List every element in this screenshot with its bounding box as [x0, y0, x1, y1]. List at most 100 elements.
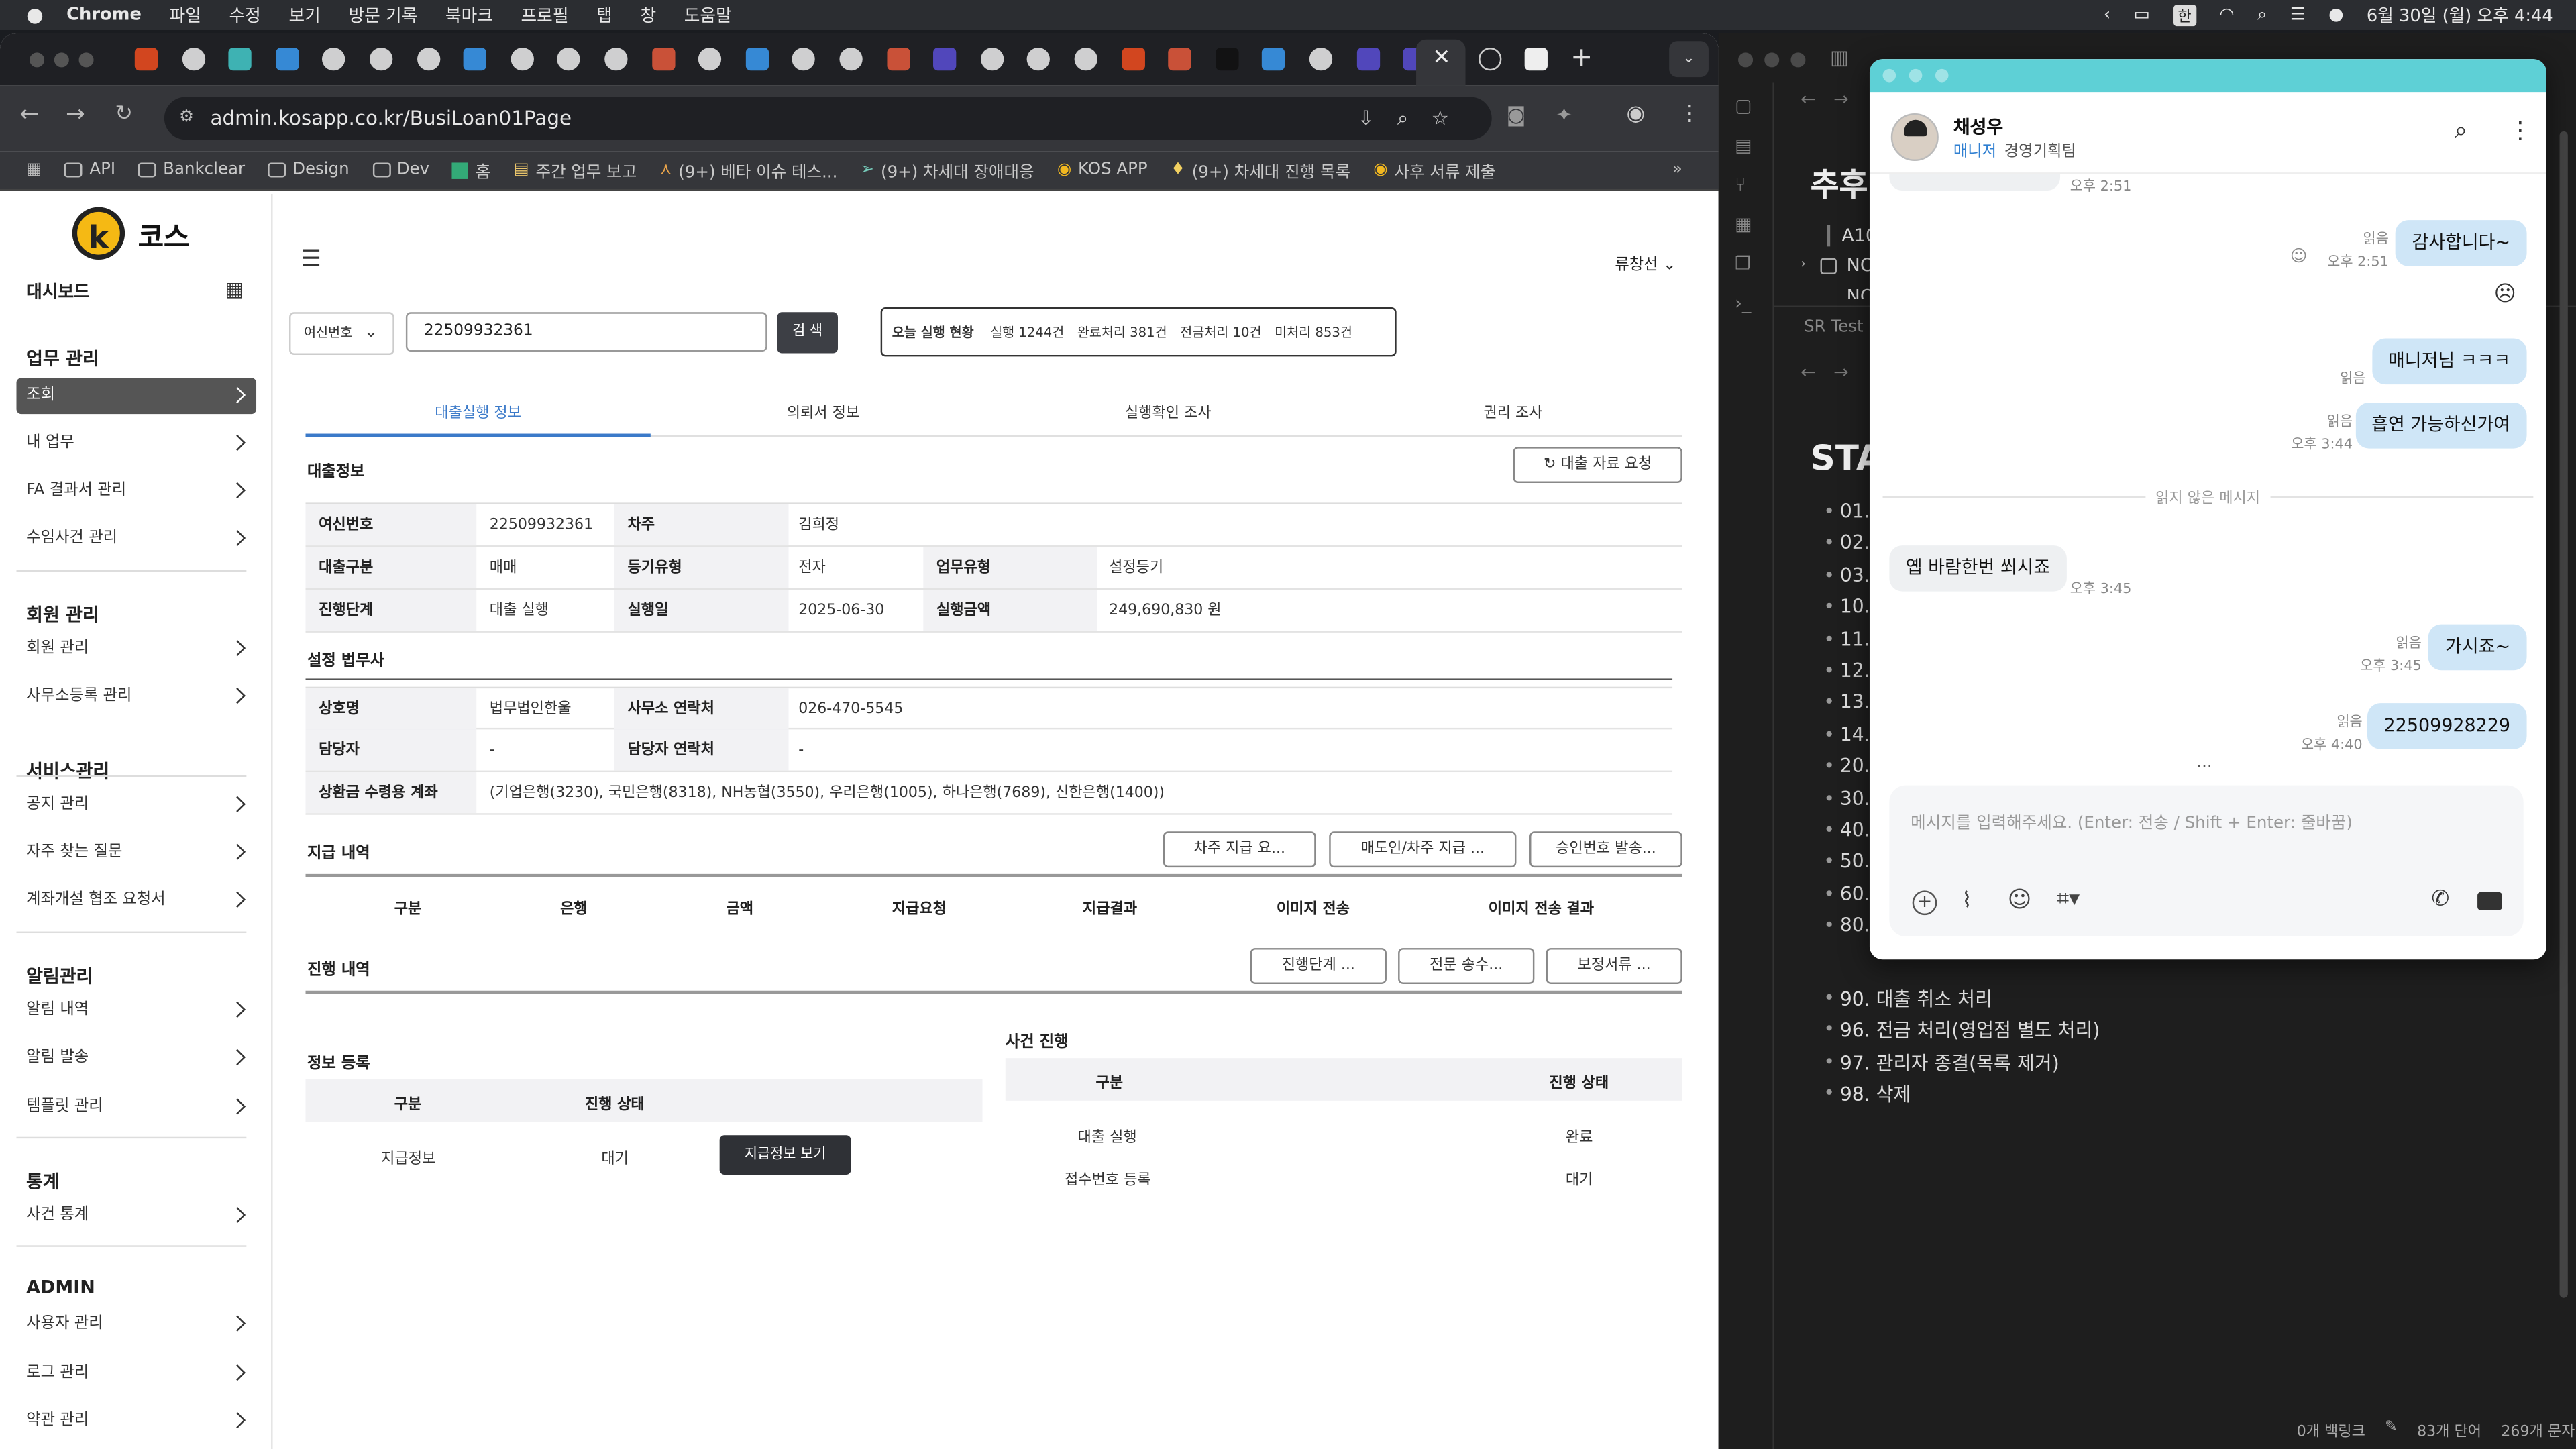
- window-zoom-button[interactable]: [78, 52, 94, 68]
- approval-send-button[interactable]: 승인번호 발송...: [1529, 831, 1682, 868]
- bookmark-incident[interactable]: ➢ (9+) 차세대 장애대응: [861, 158, 1034, 182]
- sidebar-item[interactable]: 내 업무: [16, 425, 256, 462]
- scrollbar[interactable]: [2559, 131, 2568, 1298]
- tab-favicon-icon[interactable]: [745, 48, 769, 71]
- menu-app[interactable]: Chrome: [66, 5, 142, 24]
- window-zoom-button[interactable]: [1790, 52, 1806, 68]
- calendar-icon[interactable]: ▤: [1735, 135, 1752, 156]
- progress-stage-button[interactable]: 진행단계 ...: [1250, 948, 1387, 984]
- list-item[interactable]: 60. •: [1823, 882, 1870, 905]
- message-bubble[interactable]: [1889, 174, 2061, 191]
- add-icon[interactable]: +: [1912, 890, 1937, 916]
- list-item[interactable]: 50. •: [1823, 850, 1870, 873]
- window-minimize-button[interactable]: [1909, 68, 1923, 83]
- globe-icon[interactable]: [1479, 48, 1502, 71]
- tab-favicon-icon[interactable]: [1309, 48, 1333, 71]
- tab-favicon-icon[interactable]: [792, 48, 816, 71]
- graph-icon[interactable]: ⑂: [1735, 174, 1746, 196]
- control-center-icon[interactable]: ☰: [2290, 5, 2306, 24]
- more-icon[interactable]: ⋮: [2509, 118, 2532, 144]
- list-item[interactable]: 14. •: [1823, 722, 1870, 745]
- zoom-icon[interactable]: ⌕: [1397, 107, 1432, 129]
- tab-favicon-icon[interactable]: [1074, 48, 1097, 71]
- bookmark-beta[interactable]: ⋏ (9+) 베타 이슈 테스...: [660, 158, 838, 182]
- notion-icon[interactable]: [1524, 48, 1548, 71]
- message-bubble[interactable]: 매니저님 ㅋㅋㅋ: [2371, 338, 2527, 385]
- copy-icon[interactable]: ❐: [1735, 253, 1751, 274]
- window-close-button[interactable]: [1882, 68, 1896, 83]
- nav-forward-icon[interactable]: →: [1833, 362, 1849, 383]
- window-close-button[interactable]: [1738, 52, 1754, 68]
- chrome-menu-icon[interactable]: ⋮: [1679, 102, 1701, 127]
- bookmark-home[interactable]: 홈: [452, 158, 490, 182]
- tab-favicon-icon[interactable]: [134, 48, 158, 71]
- nav-back-icon[interactable]: ←: [1801, 89, 1816, 110]
- tab-favicon-icon[interactable]: [839, 48, 863, 71]
- pane-tab[interactable]: SR Test: [1804, 319, 1864, 337]
- extensions-icon[interactable]: ✦: [1556, 103, 1572, 126]
- star-icon[interactable]: ☆: [1432, 107, 1472, 129]
- search-button[interactable]: 검 색: [777, 312, 838, 354]
- supplementary-docs-button[interactable]: 보정서류 ...: [1546, 948, 1682, 984]
- menu-file[interactable]: 파일: [170, 3, 201, 28]
- wifi-icon[interactable]: ◠: [2219, 5, 2234, 24]
- tab-favicon-icon[interactable]: [511, 48, 534, 71]
- tab-close-icon[interactable]: ✕: [1433, 46, 1451, 71]
- bookmark-dev[interactable]: Dev: [372, 161, 429, 179]
- tab-favicon-icon[interactable]: [1121, 48, 1144, 71]
- window-zoom-button[interactable]: [1935, 68, 1949, 83]
- screenshot-icon[interactable]: ◙: [1507, 103, 1526, 126]
- site-info-icon[interactable]: ⚙: [179, 97, 194, 140]
- list-item[interactable]: 30. •: [1823, 786, 1870, 809]
- message-exchange-button[interactable]: 전문 송수...: [1398, 948, 1535, 984]
- tab-favicon-icon[interactable]: [1215, 48, 1239, 71]
- sidebar-item[interactable]: 약관 관리: [16, 1403, 256, 1439]
- menu-view[interactable]: 보기: [288, 3, 320, 28]
- tab-rights[interactable]: 권리 조사: [1340, 401, 1685, 422]
- grid-icon[interactable]: ▦: [1735, 213, 1752, 235]
- sidebar-item[interactable]: 로그 관리: [16, 1355, 256, 1391]
- task-checkbox[interactable]: [1820, 258, 1837, 274]
- sticker-icon[interactable]: ☹: [2494, 282, 2516, 307]
- nav-back-icon[interactable]: ←: [1801, 362, 1816, 383]
- user-menu[interactable]: 류창선 ⌄: [1615, 252, 1676, 274]
- menubar-datetime[interactable]: 6월 30일 (월) 오후 4:44: [2367, 3, 2553, 28]
- tab-favicon-icon[interactable]: [1027, 48, 1051, 71]
- emoji-reaction-icon[interactable]: ☺: [2290, 248, 2308, 266]
- bookmark-design[interactable]: Design: [268, 161, 350, 179]
- tab-favicon-icon[interactable]: [557, 48, 581, 71]
- install-icon[interactable]: ⇩: [1358, 107, 1397, 129]
- tab-favicon-icon[interactable]: [1262, 48, 1286, 71]
- list-item[interactable]: 40. •: [1823, 818, 1870, 841]
- grid-icon[interactable]: ▦: [225, 278, 244, 301]
- tab-favicon-icon[interactable]: [322, 48, 346, 71]
- list-item[interactable]: 11. •: [1823, 627, 1870, 650]
- sidebar-item[interactable]: 사용자 관리: [16, 1306, 256, 1342]
- sidebar-item[interactable]: 사무소등록 관리: [16, 678, 256, 714]
- message-bubble[interactable]: 흡연 가능하신가여: [2355, 402, 2527, 449]
- crop-icon[interactable]: ⌗▾: [2057, 887, 2080, 912]
- apps-icon[interactable]: ▦: [26, 161, 42, 179]
- list-item[interactable]: 02. •: [1823, 531, 1870, 554]
- list-item[interactable]: 96. 전금 처리(영업점 별도 처리) •: [1823, 1018, 2100, 1044]
- message-bubble[interactable]: 감사합니다~: [2396, 220, 2527, 266]
- tab-favicon-icon[interactable]: [228, 48, 252, 71]
- battery-icon[interactable]: ▭: [2133, 5, 2149, 24]
- logo[interactable]: k 코스: [72, 207, 189, 260]
- tab-favicon-icon[interactable]: [1356, 48, 1380, 71]
- tab-favicon-icon[interactable]: [181, 48, 205, 71]
- user-icon[interactable]: ●: [2328, 5, 2343, 24]
- seller-payment-button[interactable]: 매도인/차주 지급 ...: [1329, 831, 1517, 868]
- message-bubble[interactable]: 가시죠~: [2428, 624, 2527, 671]
- tab-search-button[interactable]: ⌄: [1669, 41, 1709, 78]
- search-icon[interactable]: ⌕: [2455, 118, 2467, 144]
- sidebar-toggle-icon[interactable]: ▥: [1830, 46, 1849, 69]
- tab-favicon-icon[interactable]: [651, 48, 675, 71]
- chevron-left-icon[interactable]: ‹: [2104, 5, 2110, 24]
- expand-icon[interactable]: ›: [1801, 256, 1806, 271]
- new-tab-button[interactable]: +: [1570, 41, 1593, 72]
- more-dots-icon[interactable]: ···: [2196, 759, 2212, 777]
- edit-icon[interactable]: ✎: [2385, 1419, 2397, 1441]
- search-input[interactable]: 22509932361: [405, 312, 767, 352]
- tab-favicon-icon[interactable]: [370, 48, 393, 71]
